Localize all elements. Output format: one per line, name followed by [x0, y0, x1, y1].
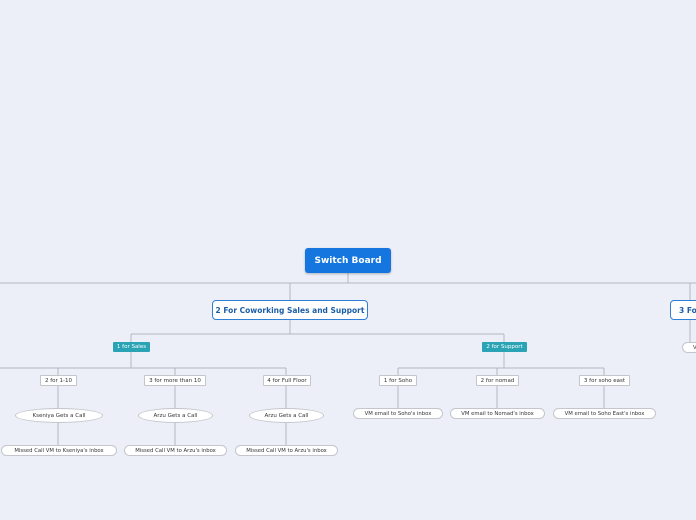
- soho-east-vm-node[interactable]: VM email to Soho East's inbox: [553, 408, 656, 419]
- arzu-missed-call-node-1[interactable]: Missed Call VM to Arzu's inbox: [124, 445, 227, 456]
- support-node[interactable]: 2 for Support: [482, 342, 527, 352]
- arzu-missed-call-node-2[interactable]: Missed Call VM to Arzu's inbox: [235, 445, 338, 456]
- kseniya-call-node[interactable]: Kseniya Gets a Call: [15, 408, 103, 423]
- support-option-nomad[interactable]: 2 for nomad: [476, 375, 519, 386]
- option-3-child-node[interactable]: V: [682, 342, 696, 353]
- sales-option-full-floor[interactable]: 4 for Full Floor: [263, 375, 311, 386]
- support-option-soho-east[interactable]: 3 for soho east: [579, 375, 630, 386]
- kseniya-missed-call-node[interactable]: Missed Call VM to Kseniya's inbox: [1, 445, 117, 456]
- option-3-node[interactable]: 3 Fo: [670, 300, 696, 320]
- arzu-call-node-1[interactable]: Arzu Gets a Call: [138, 408, 213, 423]
- arzu-call-node-2[interactable]: Arzu Gets a Call: [249, 408, 324, 423]
- soho-vm-node[interactable]: VM email to Soho's inbox: [353, 408, 443, 419]
- sales-node[interactable]: 1 for Sales: [113, 342, 150, 352]
- switch-board-root[interactable]: Switch Board: [305, 248, 391, 273]
- option-2-coworking-node[interactable]: 2 For Coworking Sales and Support: [212, 300, 368, 320]
- sales-option-more-than-10[interactable]: 3 for more than 10: [144, 375, 206, 386]
- sales-option-1-10[interactable]: 2 for 1-10: [40, 375, 77, 386]
- support-option-soho[interactable]: 1 for Soho: [379, 375, 417, 386]
- nomad-vm-node[interactable]: VM email to Nomad's inbox: [450, 408, 545, 419]
